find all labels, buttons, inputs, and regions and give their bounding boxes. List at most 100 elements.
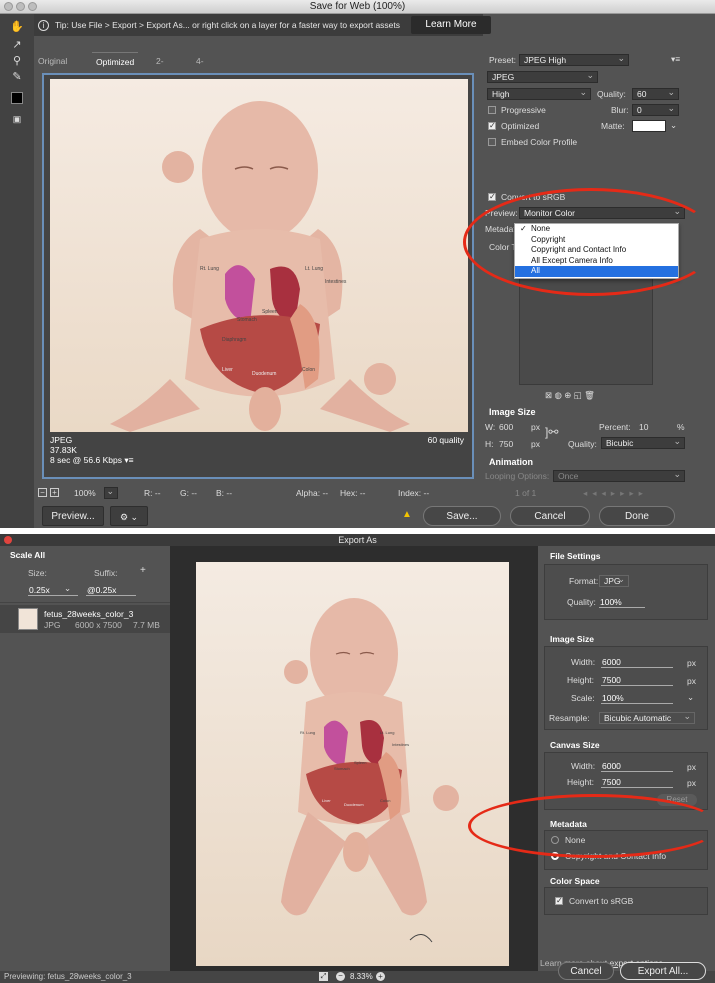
looping-options-dropdown[interactable]: Once [553,469,685,482]
percent-unit: % [677,422,685,432]
done-button[interactable]: Done [599,506,675,526]
compression-quality-dropdown[interactable]: High [487,87,591,100]
height-value[interactable]: 750 [499,439,513,449]
label-colon: Colon [380,798,391,803]
optimized-checkbox[interactable] [488,121,496,130]
preset-dropdown[interactable]: JPEG High [519,53,629,66]
label-stomach: Stomach [334,766,350,771]
image-height-input[interactable]: 7500 [601,675,673,686]
toggle-slices-icon[interactable]: ▣ [9,112,25,126]
blue-readout: B: -- [216,488,233,498]
zoom-out-icon[interactable]: − [38,488,47,497]
image-width-input[interactable]: 6000 [601,657,673,668]
export-all-button[interactable]: Export All... [620,962,706,980]
asset-thumbnail [18,608,38,630]
resample-quality-label: Quality: [568,439,597,449]
label-liver: Liver [322,798,331,803]
suffix-label: Suffix: [94,568,118,578]
export-settings-panel: File Settings Format: JPG Quality: 100% … [538,546,715,971]
constrain-proportions-link-icon[interactable]: ]⚯ [545,426,558,438]
fit-to-screen-icon[interactable]: ⤢ [319,972,328,981]
zoom-window-button[interactable] [28,2,37,11]
label-spleen: Spleen [262,309,278,315]
animation-controls-icons[interactable]: ◂◂◂▸▸▸▸ [583,488,648,498]
embed-color-profile-checkbox[interactable] [488,138,496,146]
zoom-tool-icon[interactable]: ⚲ [9,54,25,68]
tab-optimized[interactable]: Optimized [92,52,139,70]
close-window-button[interactable] [4,2,13,11]
progressive-checkbox[interactable] [488,106,496,114]
optimized-preview[interactable]: Rt. Lung Lt. Lung Intestines Stomach Spl… [42,73,474,479]
export-as-window: Export As Scale All Size: Suffix: + 0.25… [0,534,715,983]
quality-input[interactable]: 60 [632,87,679,100]
canvas-height-input[interactable]: 7500 [601,777,673,788]
cancel-button[interactable]: Cancel [558,962,614,980]
save-for-web-window: Save for Web (100%) ✋ ↗ ⚲ ✎ ▣ i Tip: Use … [0,0,715,528]
suffix-input[interactable]: @0.25x [86,585,136,596]
blur-input[interactable]: 0 [632,103,679,116]
zoom-level-dropdown[interactable] [104,486,118,499]
color-table-tools-icons[interactable]: ⊠ ◍ ⊕ ◱ 🗑 [545,390,595,400]
asset-format: JPG [44,620,61,630]
green-readout: G: -- [180,488,197,498]
scale-dropdown-chevron-icon[interactable]: ⌄ [687,692,694,702]
learn-more-button[interactable]: Learn More [411,16,491,34]
label-rt-lung: Rt. Lung [200,266,219,272]
image-height-label: Height: [567,675,594,685]
label-duodenum: Duodenum [344,802,364,807]
red-annotation-ellipse [463,188,715,296]
width-value[interactable]: 600 [499,422,513,432]
fetus-illustration: Rt. Lung Lt. Lung Intestines Stomach Spl… [50,79,468,432]
export-as-title-bar: Export As [0,534,715,546]
tab-2-up[interactable]: 2-Up [152,52,171,84]
format-dropdown[interactable]: JPG [599,574,629,587]
resample-dropdown[interactable]: Bicubic Automatic [599,711,695,724]
resample-label: Resample: [549,713,590,723]
quality-dropdown[interactable]: 100% [599,597,645,608]
eyedropper-tool-icon[interactable]: ✎ [9,70,25,84]
preview-button[interactable]: Preview... [42,506,104,526]
slice-select-tool-icon[interactable]: ↗ [9,38,25,52]
window-title: Save for Web (100%) [309,1,406,12]
asset-row[interactable]: fetus_28weeks_color_3 JPG 6000 x 7500 7.… [0,605,170,633]
matte-color-swatch[interactable] [632,120,666,132]
color-space-box: Convert to sRGB [544,887,708,915]
zoom-out-icon[interactable]: − [336,972,345,981]
optimize-menu-icon[interactable]: ▾≡ [671,54,680,64]
zoom-level: 100% [74,488,96,498]
save-button[interactable]: Save... [423,506,501,526]
animation-heading: Animation [489,457,533,467]
file-format-dropdown[interactable]: JPEG [487,70,598,83]
convert-srgb-checkbox[interactable] [555,896,563,905]
canvas-width-input[interactable]: 6000 [601,761,673,772]
resample-quality-dropdown[interactable]: Bicubic [601,436,685,449]
zoom-in-icon[interactable]: + [50,488,59,497]
fetus-illustration-preview: Rt. Lung Lt. Lung Stomach Intestines Spl… [196,562,509,966]
hand-tool-icon[interactable]: ✋ [9,20,25,34]
zoom-in-icon[interactable]: + [376,972,385,981]
cancel-button[interactable]: Cancel [510,506,590,526]
canvas-height-label: Height: [567,777,594,787]
export-as-title: Export As [338,535,377,545]
percent-value[interactable]: 10 [639,422,648,432]
eyedropper-color-swatch[interactable] [11,92,23,104]
divider [0,602,170,603]
tab-4-up[interactable]: 4-Up [192,52,211,84]
minimize-window-button[interactable] [16,2,25,11]
tab-original[interactable]: Original [34,52,71,70]
matte-dropdown-icon[interactable]: ⌄ [670,120,677,130]
red-readout: R: -- [144,488,161,498]
convert-srgb-checkbox[interactable] [488,192,496,201]
device-preview-dropdown[interactable]: ⚙ ⌄ [110,506,148,526]
image-size-heading: Image Size [550,634,594,644]
download-speed-menu-icon[interactable]: ▾≡ [124,455,133,465]
image-size-box: Width: 6000 px Height: 7500 px Scale: 10… [544,646,708,730]
embed-color-profile-label: Embed Color Profile [501,137,578,147]
optimized-label: Optimized [501,121,540,131]
add-scale-button[interactable]: + [140,566,146,576]
scale-label: Scale: [571,693,595,703]
scale-input[interactable]: 100% [601,693,673,704]
asset-name: fetus_28weeks_color_3 [44,609,134,619]
close-window-button[interactable] [4,536,12,544]
label-diaphragm: Diaphragm [222,337,247,343]
